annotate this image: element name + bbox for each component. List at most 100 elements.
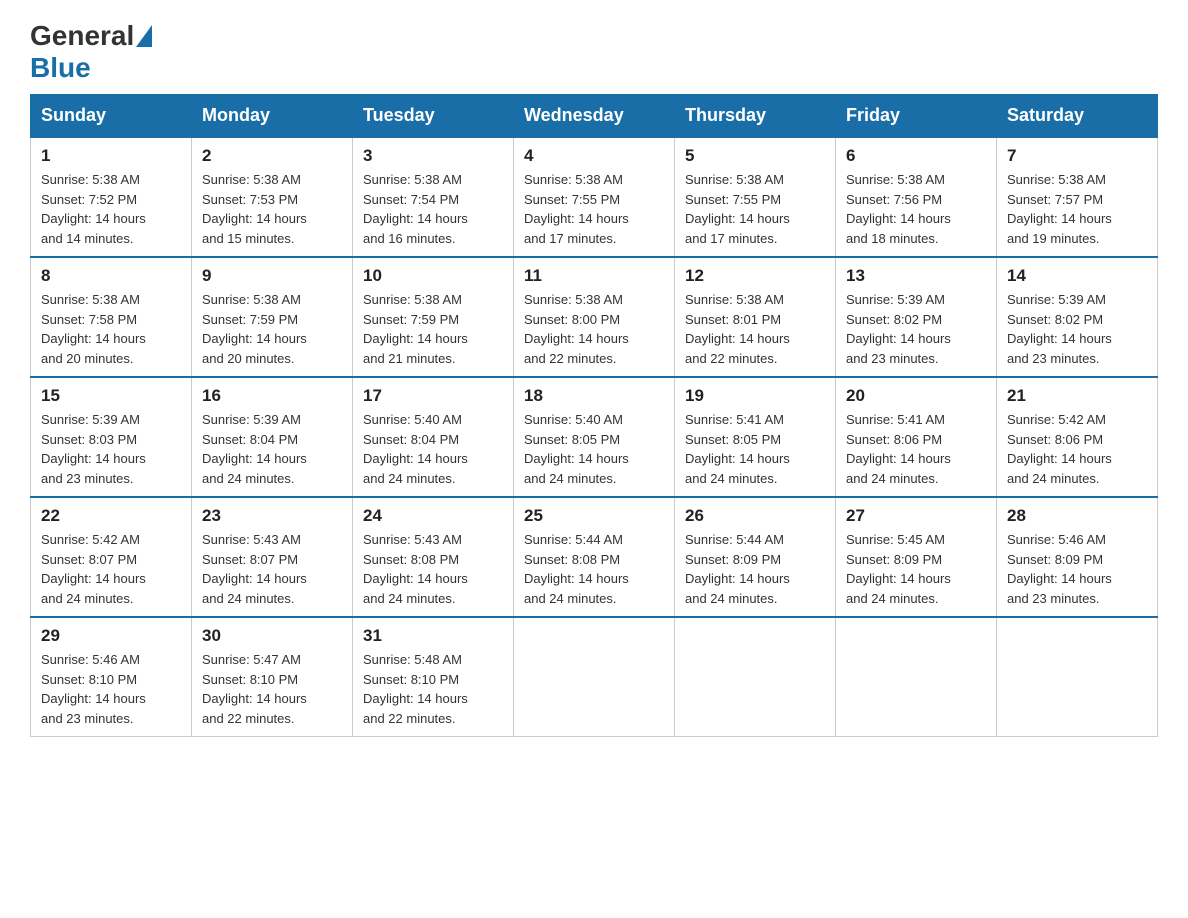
day-number: 8: [41, 266, 181, 286]
day-info: Sunrise: 5:40 AM Sunset: 8:05 PM Dayligh…: [524, 410, 664, 488]
calendar-cell: 24 Sunrise: 5:43 AM Sunset: 8:08 PM Dayl…: [353, 497, 514, 617]
calendar-cell: 12 Sunrise: 5:38 AM Sunset: 8:01 PM Dayl…: [675, 257, 836, 377]
calendar-cell: 23 Sunrise: 5:43 AM Sunset: 8:07 PM Dayl…: [192, 497, 353, 617]
day-info: Sunrise: 5:38 AM Sunset: 7:55 PM Dayligh…: [524, 170, 664, 248]
calendar-cell: 21 Sunrise: 5:42 AM Sunset: 8:06 PM Dayl…: [997, 377, 1158, 497]
day-info: Sunrise: 5:41 AM Sunset: 8:06 PM Dayligh…: [846, 410, 986, 488]
calendar-cell: 27 Sunrise: 5:45 AM Sunset: 8:09 PM Dayl…: [836, 497, 997, 617]
calendar-cell: 19 Sunrise: 5:41 AM Sunset: 8:05 PM Dayl…: [675, 377, 836, 497]
day-info: Sunrise: 5:44 AM Sunset: 8:09 PM Dayligh…: [685, 530, 825, 608]
day-info: Sunrise: 5:38 AM Sunset: 8:01 PM Dayligh…: [685, 290, 825, 368]
weekday-header-saturday: Saturday: [997, 95, 1158, 138]
calendar-cell: 20 Sunrise: 5:41 AM Sunset: 8:06 PM Dayl…: [836, 377, 997, 497]
day-number: 15: [41, 386, 181, 406]
calendar-cell: 17 Sunrise: 5:40 AM Sunset: 8:04 PM Dayl…: [353, 377, 514, 497]
calendar-cell: 15 Sunrise: 5:39 AM Sunset: 8:03 PM Dayl…: [31, 377, 192, 497]
logo-blue-text: Blue: [30, 52, 91, 83]
calendar-table: SundayMondayTuesdayWednesdayThursdayFrid…: [30, 94, 1158, 737]
day-number: 22: [41, 506, 181, 526]
calendar-cell: 13 Sunrise: 5:39 AM Sunset: 8:02 PM Dayl…: [836, 257, 997, 377]
day-number: 5: [685, 146, 825, 166]
day-info: Sunrise: 5:47 AM Sunset: 8:10 PM Dayligh…: [202, 650, 342, 728]
day-number: 24: [363, 506, 503, 526]
weekday-header-thursday: Thursday: [675, 95, 836, 138]
day-info: Sunrise: 5:45 AM Sunset: 8:09 PM Dayligh…: [846, 530, 986, 608]
calendar-cell: 30 Sunrise: 5:47 AM Sunset: 8:10 PM Dayl…: [192, 617, 353, 737]
day-number: 31: [363, 626, 503, 646]
week-row-1: 1 Sunrise: 5:38 AM Sunset: 7:52 PM Dayli…: [31, 137, 1158, 257]
day-number: 4: [524, 146, 664, 166]
day-info: Sunrise: 5:38 AM Sunset: 7:57 PM Dayligh…: [1007, 170, 1147, 248]
weekday-header-wednesday: Wednesday: [514, 95, 675, 138]
week-row-3: 15 Sunrise: 5:39 AM Sunset: 8:03 PM Dayl…: [31, 377, 1158, 497]
calendar-cell: 11 Sunrise: 5:38 AM Sunset: 8:00 PM Dayl…: [514, 257, 675, 377]
day-number: 1: [41, 146, 181, 166]
day-info: Sunrise: 5:48 AM Sunset: 8:10 PM Dayligh…: [363, 650, 503, 728]
day-info: Sunrise: 5:44 AM Sunset: 8:08 PM Dayligh…: [524, 530, 664, 608]
calendar-cell: 26 Sunrise: 5:44 AM Sunset: 8:09 PM Dayl…: [675, 497, 836, 617]
calendar-cell: 31 Sunrise: 5:48 AM Sunset: 8:10 PM Dayl…: [353, 617, 514, 737]
calendar-cell: 4 Sunrise: 5:38 AM Sunset: 7:55 PM Dayli…: [514, 137, 675, 257]
day-number: 23: [202, 506, 342, 526]
day-number: 12: [685, 266, 825, 286]
calendar-cell: 25 Sunrise: 5:44 AM Sunset: 8:08 PM Dayl…: [514, 497, 675, 617]
day-number: 26: [685, 506, 825, 526]
day-info: Sunrise: 5:38 AM Sunset: 7:54 PM Dayligh…: [363, 170, 503, 248]
day-number: 17: [363, 386, 503, 406]
day-info: Sunrise: 5:38 AM Sunset: 7:59 PM Dayligh…: [202, 290, 342, 368]
day-number: 13: [846, 266, 986, 286]
day-number: 29: [41, 626, 181, 646]
day-info: Sunrise: 5:39 AM Sunset: 8:02 PM Dayligh…: [1007, 290, 1147, 368]
logo: General Blue: [30, 20, 154, 84]
week-row-5: 29 Sunrise: 5:46 AM Sunset: 8:10 PM Dayl…: [31, 617, 1158, 737]
weekday-header-monday: Monday: [192, 95, 353, 138]
calendar-cell: 9 Sunrise: 5:38 AM Sunset: 7:59 PM Dayli…: [192, 257, 353, 377]
day-info: Sunrise: 5:42 AM Sunset: 8:06 PM Dayligh…: [1007, 410, 1147, 488]
calendar-cell: 16 Sunrise: 5:39 AM Sunset: 8:04 PM Dayl…: [192, 377, 353, 497]
calendar-cell: [997, 617, 1158, 737]
day-info: Sunrise: 5:43 AM Sunset: 8:07 PM Dayligh…: [202, 530, 342, 608]
week-row-4: 22 Sunrise: 5:42 AM Sunset: 8:07 PM Dayl…: [31, 497, 1158, 617]
day-number: 21: [1007, 386, 1147, 406]
weekday-header-tuesday: Tuesday: [353, 95, 514, 138]
page-header: General Blue: [30, 20, 1158, 84]
calendar-cell: 8 Sunrise: 5:38 AM Sunset: 7:58 PM Dayli…: [31, 257, 192, 377]
weekday-header-sunday: Sunday: [31, 95, 192, 138]
day-info: Sunrise: 5:41 AM Sunset: 8:05 PM Dayligh…: [685, 410, 825, 488]
calendar-cell: 1 Sunrise: 5:38 AM Sunset: 7:52 PM Dayli…: [31, 137, 192, 257]
day-number: 10: [363, 266, 503, 286]
day-info: Sunrise: 5:46 AM Sunset: 8:09 PM Dayligh…: [1007, 530, 1147, 608]
day-number: 14: [1007, 266, 1147, 286]
day-info: Sunrise: 5:38 AM Sunset: 7:58 PM Dayligh…: [41, 290, 181, 368]
day-number: 28: [1007, 506, 1147, 526]
logo-triangle-icon: [136, 25, 152, 47]
calendar-cell: [836, 617, 997, 737]
day-number: 11: [524, 266, 664, 286]
day-info: Sunrise: 5:40 AM Sunset: 8:04 PM Dayligh…: [363, 410, 503, 488]
calendar-cell: 10 Sunrise: 5:38 AM Sunset: 7:59 PM Dayl…: [353, 257, 514, 377]
day-info: Sunrise: 5:39 AM Sunset: 8:04 PM Dayligh…: [202, 410, 342, 488]
day-number: 27: [846, 506, 986, 526]
weekday-header-row: SundayMondayTuesdayWednesdayThursdayFrid…: [31, 95, 1158, 138]
logo-general-text: General: [30, 20, 134, 52]
week-row-2: 8 Sunrise: 5:38 AM Sunset: 7:58 PM Dayli…: [31, 257, 1158, 377]
calendar-cell: 14 Sunrise: 5:39 AM Sunset: 8:02 PM Dayl…: [997, 257, 1158, 377]
calendar-cell: 5 Sunrise: 5:38 AM Sunset: 7:55 PM Dayli…: [675, 137, 836, 257]
calendar-cell: 2 Sunrise: 5:38 AM Sunset: 7:53 PM Dayli…: [192, 137, 353, 257]
calendar-cell: [514, 617, 675, 737]
day-info: Sunrise: 5:46 AM Sunset: 8:10 PM Dayligh…: [41, 650, 181, 728]
calendar-cell: 6 Sunrise: 5:38 AM Sunset: 7:56 PM Dayli…: [836, 137, 997, 257]
day-info: Sunrise: 5:42 AM Sunset: 8:07 PM Dayligh…: [41, 530, 181, 608]
day-info: Sunrise: 5:38 AM Sunset: 7:56 PM Dayligh…: [846, 170, 986, 248]
calendar-cell: 28 Sunrise: 5:46 AM Sunset: 8:09 PM Dayl…: [997, 497, 1158, 617]
calendar-cell: [675, 617, 836, 737]
day-info: Sunrise: 5:39 AM Sunset: 8:03 PM Dayligh…: [41, 410, 181, 488]
calendar-cell: 22 Sunrise: 5:42 AM Sunset: 8:07 PM Dayl…: [31, 497, 192, 617]
day-info: Sunrise: 5:38 AM Sunset: 7:55 PM Dayligh…: [685, 170, 825, 248]
day-number: 25: [524, 506, 664, 526]
weekday-header-friday: Friday: [836, 95, 997, 138]
day-number: 6: [846, 146, 986, 166]
day-number: 16: [202, 386, 342, 406]
day-info: Sunrise: 5:38 AM Sunset: 8:00 PM Dayligh…: [524, 290, 664, 368]
day-number: 7: [1007, 146, 1147, 166]
